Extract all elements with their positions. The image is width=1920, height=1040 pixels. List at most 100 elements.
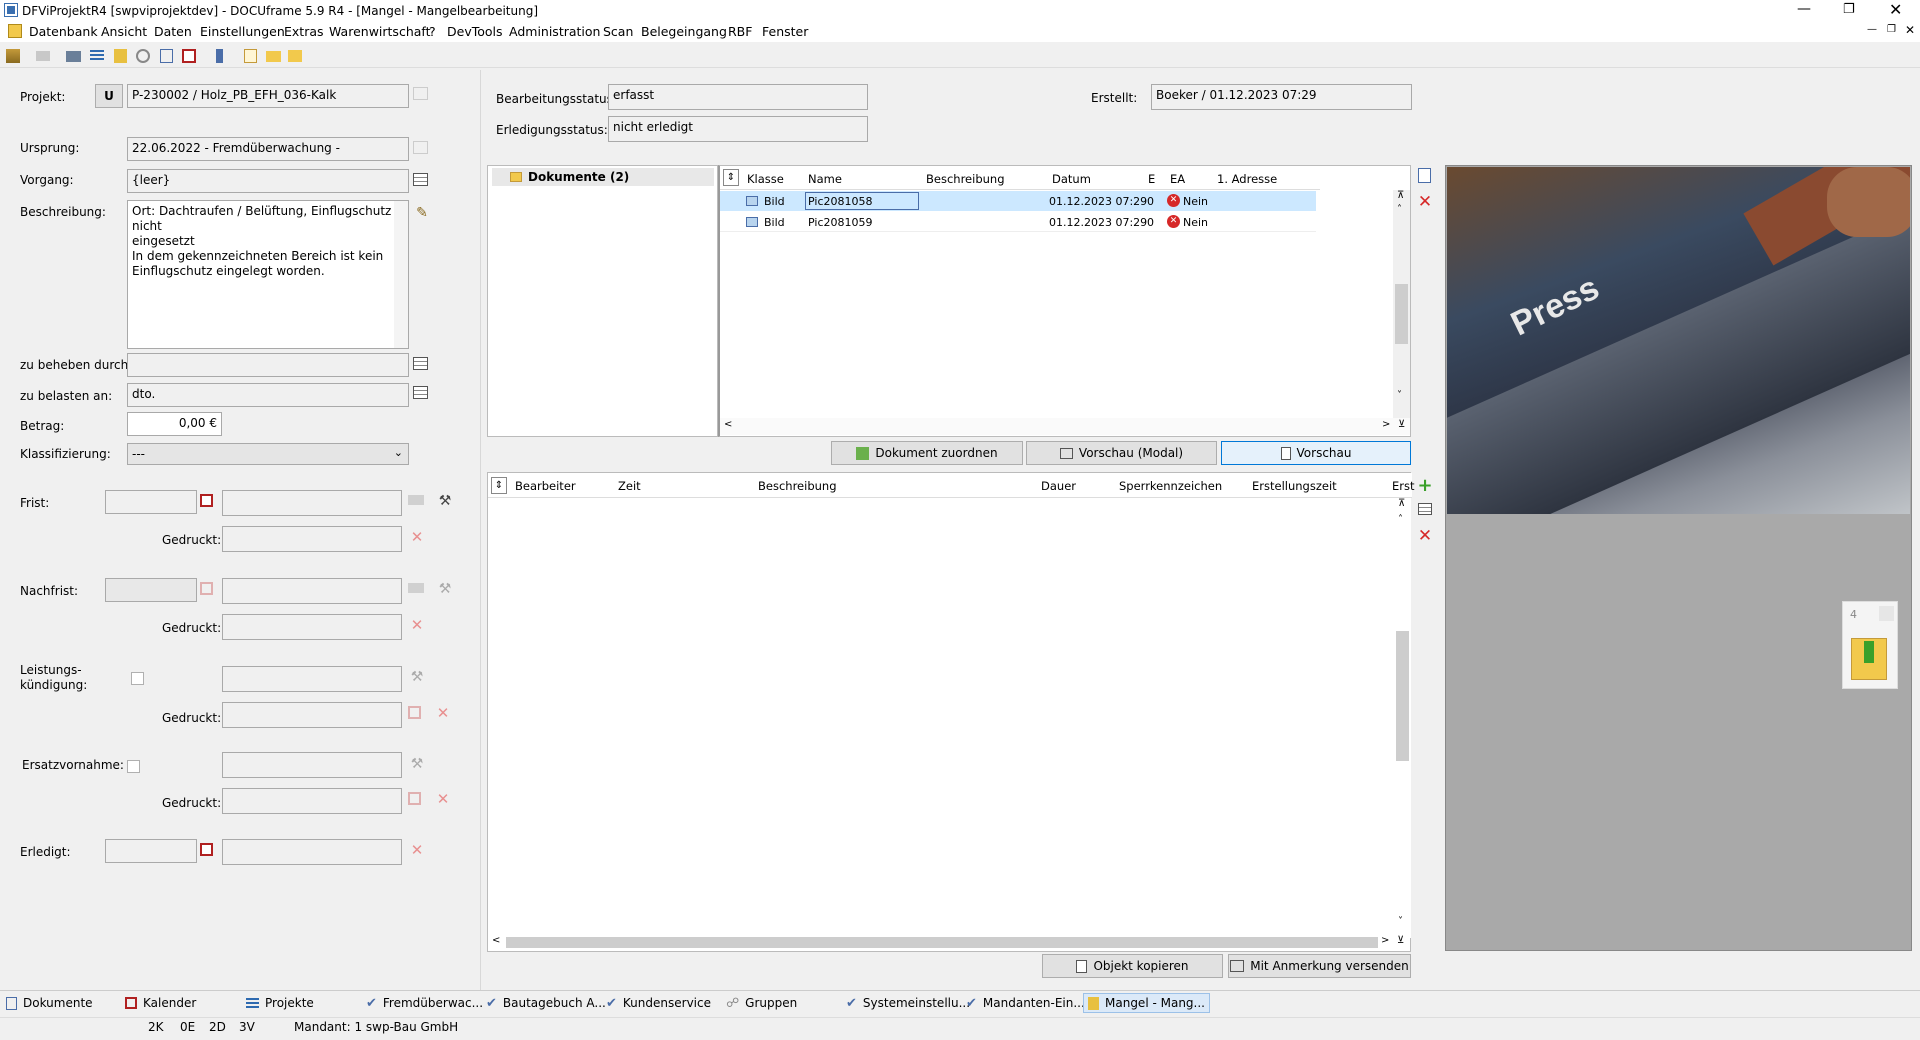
col-dauer[interactable]: Dauer [1041,479,1076,493]
list-icon[interactable] [90,50,104,62]
vorgang-field[interactable]: {leer} [127,169,409,193]
row-name[interactable]: Pic2081059 [808,216,873,229]
task-list-icon[interactable] [1418,503,1432,515]
sort-icon[interactable]: ⇕ [723,169,739,186]
phone-icon[interactable] [216,49,223,63]
note-icon[interactable] [114,49,127,63]
menu-daten[interactable]: Daten [154,24,192,39]
tab-bautagebuch[interactable]: ✔ Bautagebuch A... [486,993,606,1013]
frist-date-field[interactable] [105,490,197,514]
menu-einstellungen[interactable]: Einstellungen [200,24,285,39]
docs-tree[interactable]: Dokumente (2) [487,165,718,437]
mdi-minimize-icon[interactable]: — [1867,24,1877,35]
col-e[interactable]: E [1148,172,1155,186]
menu-belegeingang[interactable]: Belegeingang [641,24,727,39]
vorschau-button[interactable]: Vorschau [1221,441,1411,465]
scroll-up-icon[interactable]: ˄ [1397,204,1402,215]
mdi-close-icon[interactable]: ✕ [1905,23,1915,37]
menu-scan[interactable]: Scan [603,24,633,39]
scroll-right-icon[interactable]: > [1382,419,1390,430]
tasks-hscroll-thumb[interactable] [506,937,1378,948]
tab-mangel[interactable]: Mangel - Mang... [1083,993,1210,1013]
vorschau-modal-button[interactable]: Vorschau (Modal) [1026,441,1217,465]
belasten-field[interactable]: dto. [127,383,409,407]
tab-kundenservice[interactable]: ✔ Kundenservice [606,993,711,1013]
export-icon[interactable] [288,50,302,62]
menu-warenwirtschaft[interactable]: Warenwirtschaft [329,24,430,39]
tab-systemeinstellungen[interactable]: ✔ Systemeinstellu... [846,993,970,1013]
tab-dokumente[interactable]: Dokumente [6,993,93,1013]
frist-text-field[interactable] [222,490,402,516]
projekt-u-button[interactable]: U [95,84,123,108]
docs-hscroll[interactable]: < > ⊻ [720,418,1410,435]
docs-tree-root[interactable]: Dokumente (2) [492,168,714,186]
sort-icon[interactable]: ⇕ [491,477,507,494]
close-icon[interactable]: ✕ [1889,0,1902,19]
scroll-down-icon[interactable]: ˅ [1398,916,1403,927]
betrag-input[interactable]: 0,00 € [127,412,222,436]
frist-calendar-icon[interactable] [200,494,213,507]
menu-datenbank[interactable]: Datenbank [29,24,98,39]
erledigt-date-field[interactable] [105,839,197,863]
menu-devtools[interactable]: DevTools [447,24,503,39]
paste-icon[interactable] [6,49,20,63]
docs-vscroll[interactable]: ⊼ ˄ ˅ [1393,190,1410,426]
nachfrist-delete-icon[interactable]: ✕ [408,616,426,634]
minimize-icon[interactable]: — [1797,1,1811,17]
objekt-kopieren-button[interactable]: Objekt kopieren [1042,954,1223,978]
scroll-top-icon[interactable]: ⊼ [1398,498,1405,509]
delete-task-icon[interactable]: ✕ [1416,526,1434,546]
erledigt-text-field[interactable] [222,839,402,865]
tab-kalender[interactable]: Kalender [125,993,196,1013]
print-icon[interactable] [36,51,50,61]
card-icon[interactable] [66,51,81,62]
docs-vscroll-thumb[interactable] [1395,284,1408,344]
col-beschreibung[interactable]: Beschreibung [926,172,1005,186]
col-ea[interactable]: EA [1170,172,1185,186]
scroll-up-icon[interactable]: ˄ [1398,514,1403,525]
tasks-vscroll-thumb[interactable] [1396,631,1409,761]
col-zeit[interactable]: Zeit [618,479,641,493]
delete-document-icon[interactable]: ✕ [1416,192,1434,212]
klass-select[interactable]: --- ⌄ [127,443,409,465]
belasten-table-icon[interactable] [413,386,428,399]
col-sperrkennzeichen[interactable]: Sperrkennzeichen [1119,479,1222,493]
ersatz-delete-icon[interactable]: ✕ [434,790,452,808]
menu-fenster[interactable]: Fenster [762,24,808,39]
scroll-right-icon[interactable]: > [1381,935,1389,946]
tab-mandanten[interactable]: ✔ Mandanten-Ein... [966,993,1085,1013]
docs-icon[interactable] [160,49,173,63]
frist-delete-icon[interactable]: ✕ [408,528,426,546]
table-row[interactable]: Bild Pic2081059 01.12.2023 07:29 0 ✕ Nei… [720,212,1316,232]
ersatz-text-field[interactable] [222,752,402,778]
menu-icon[interactable] [8,24,22,38]
col-name[interactable]: Name [808,172,842,186]
tasks-hscroll[interactable]: < > ⊻ [488,934,1410,951]
scroll-top-icon[interactable]: ⊼ [1397,190,1404,201]
frist-stamp-icon[interactable]: ⚒ [436,492,454,510]
row-name[interactable]: Pic2081058 [805,192,919,210]
beheben-field[interactable] [127,353,409,377]
tasks-vscroll[interactable]: ⊼ ˄ ˅ [1394,498,1411,938]
beheben-table-icon[interactable] [413,357,428,370]
beschreibung-textarea[interactable]: Ort: Dachtraufen / Belüftung, Einflugsch… [127,200,409,349]
scroll-end-icon[interactable]: ⊻ [1398,419,1405,430]
tab-gruppen[interactable]: ☍ Gruppen [726,993,797,1013]
vorgang-table-icon[interactable] [413,173,428,186]
add-task-icon[interactable]: + [1416,475,1434,496]
download-folder-icon[interactable] [1851,638,1887,680]
col-erst[interactable]: Erst [1392,479,1415,493]
col-erstellungszeit[interactable]: Erstellungszeit [1252,479,1337,493]
menu-help[interactable]: ? [429,24,436,39]
col-klasse[interactable]: Klasse [747,172,784,186]
menu-ansicht[interactable]: Ansicht [101,24,147,39]
tab-fremdueberwachung[interactable]: ✔ Fremdüberwac... [366,993,483,1013]
textarea-scrollbar[interactable] [394,201,408,348]
nachfrist-text-field[interactable] [222,578,402,604]
page-box[interactable] [1879,606,1894,621]
scroll-end-icon[interactable]: ⊻ [1397,935,1404,946]
dokument-zuordnen-button[interactable]: Dokument zuordnen [831,441,1023,465]
col-datum[interactable]: Datum [1052,172,1091,186]
menu-administration[interactable]: Administration [509,24,600,39]
menu-rbf[interactable]: RBF [728,24,752,39]
